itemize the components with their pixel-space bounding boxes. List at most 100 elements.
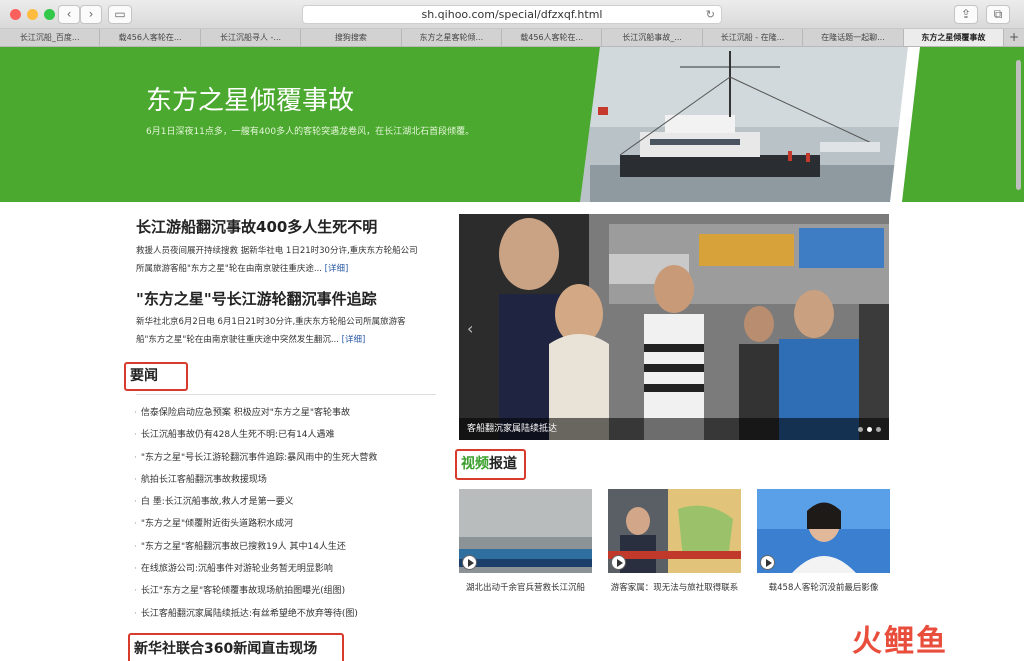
list-item[interactable]: · 长江客船翻沉家属陆续抵达:有丝希望绝不放弃等待(图)	[134, 603, 377, 625]
tab[interactable]: 长江沉船寻人 -...	[201, 29, 302, 46]
video-heading-black: 报道	[489, 456, 517, 472]
summary-text: 船"东方之星"轮在由南京驶往重庆途中突然发生翻沉...	[136, 335, 339, 345]
video-card[interactable]: 湖北出动千余官兵营救长江沉船	[459, 489, 592, 595]
list-item[interactable]: · "东方之星"倾覆附近街头道路积水成河	[134, 513, 377, 535]
list-item[interactable]: · 白 墨:长江沉船事故,救人才是第一要义	[134, 491, 377, 513]
news-link[interactable]: 在线旅游公司:沉船事件对游轮业务暂无明显影响	[141, 564, 333, 574]
list-item[interactable]: · 长江沉船事故仍有428人生死不明:已有14人遇难	[134, 424, 377, 446]
close-icon[interactable]	[10, 9, 21, 20]
watermark-char: 火	[852, 624, 882, 659]
play-icon[interactable]	[760, 555, 775, 570]
list-item[interactable]: · "东方之星"客船翻沉事故已搜救19人 其中14人生还	[134, 536, 377, 558]
bullet: ·	[134, 541, 137, 552]
story-title[interactable]: 长江游船翻沉事故400多人生死不明	[136, 216, 377, 237]
url-bar[interactable]: sh.qihoo.com/special/dfzxqf.html ↻	[302, 5, 722, 24]
news-link[interactable]: 长江客船翻沉家属陆续抵达:有丝希望绝不放弃等待(图)	[141, 609, 358, 619]
divider	[136, 394, 436, 395]
news-link[interactable]: 长江"东方之星"客轮倾覆事故现场航拍图曝光(组图)	[141, 586, 345, 596]
window-controls	[10, 9, 55, 20]
minimize-icon[interactable]	[27, 9, 38, 20]
story-title[interactable]: "东方之星"号长江游轮翻沉事件追踪	[136, 288, 377, 309]
new-tab-button[interactable]: +	[1004, 29, 1024, 46]
tab-active[interactable]: 东方之星倾覆事故	[903, 29, 1005, 46]
news-link[interactable]: 长江沉船事故仍有428人生死不明:已有14人遇难	[141, 430, 335, 440]
tab[interactable]: 长江沉船事故_...	[602, 29, 703, 46]
chevron-left-icon[interactable]: ‹	[467, 319, 473, 338]
play-icon[interactable]	[611, 555, 626, 570]
list-item[interactable]: · "东方之星"号长江游轮翻沉事件追踪:暴风雨中的生死大营救	[134, 447, 377, 469]
bullet: ·	[134, 408, 137, 418]
bullet: ·	[134, 452, 137, 463]
list-item[interactable]: · 在线旅游公司:沉船事件对游轮业务暂无明显影响	[134, 558, 377, 580]
list-item[interactable]: · 长江"东方之星"客轮倾覆事故现场航拍图曝光(组图)	[134, 580, 377, 602]
chevron-left-icon: ‹	[66, 7, 72, 21]
list-item[interactable]: · 航拍长江客船翻沉事故救援现场	[134, 469, 377, 491]
news-link[interactable]: 信泰保险启动应急预案 积极应对"东方之星"客轮事故	[141, 408, 350, 418]
summary-line: 新华社北京6月2日电 6月1日21时30分许,重庆东方轮船公司所属旅游客	[136, 317, 406, 327]
share-button[interactable]: ⇪	[954, 5, 978, 24]
tab[interactable]: 载456人客轮在...	[502, 29, 603, 46]
story-summary: 新华社北京6月2日电 6月1日21时30分许,重庆东方轮船公司所属旅游客 船"东…	[136, 313, 436, 349]
tabs-overview-button[interactable]: ⧉	[986, 5, 1010, 24]
detail-link[interactable]: [详细]	[325, 264, 349, 274]
photo-slideshow[interactable]: ‹ 客船翻沉家属陆续抵达	[459, 214, 889, 440]
banner-stripe	[890, 47, 920, 202]
news-section-heading: 要闻	[124, 362, 188, 391]
slide-dot-active[interactable]	[867, 427, 872, 432]
video-caption[interactable]: 游客家属：现无法与旅社取得联系	[608, 581, 741, 595]
video-thumbnail[interactable]	[459, 489, 592, 573]
news-link[interactable]: "东方之星"客船翻沉事故已搜救19人 其中14人生还	[141, 542, 346, 552]
sidebar-icon: ▭	[114, 7, 126, 21]
news-link[interactable]: "东方之星"号长江游轮翻沉事件追踪:暴风雨中的生死大营救	[141, 453, 377, 463]
video-thumb-image	[459, 489, 592, 573]
play-icon[interactable]	[462, 555, 477, 570]
tab[interactable]: 搜狗搜索	[301, 29, 402, 46]
tab[interactable]: 长江沉船 - 在隆...	[703, 29, 804, 46]
tab[interactable]: 东方之星客轮倾...	[402, 29, 503, 46]
tab[interactable]: 长江沉船_百度...	[0, 29, 101, 46]
news-link[interactable]: 白 墨:长江沉船事故,救人才是第一要义	[141, 497, 294, 507]
slide-dot[interactable]	[876, 427, 881, 432]
news-link[interactable]: 航拍长江客船翻沉事故救援现场	[141, 475, 267, 485]
tabs-icon: ⧉	[993, 7, 1003, 21]
tab[interactable]: 在隆话题一起聊...	[803, 29, 904, 46]
banner-subtitle: 6月1日深夜11点多，一艘有400多人的客轮突遇龙卷风，在长江湖北石首段倾覆。	[146, 127, 475, 137]
slideshow-dots	[858, 427, 881, 432]
summary-line: 船"东方之星"轮在由南京驶往重庆途中突然发生翻沉... [详细]	[136, 331, 436, 349]
ship-photo	[580, 47, 910, 202]
bullet: ·	[134, 497, 137, 508]
detail-link[interactable]: [详细]	[342, 335, 366, 345]
forward-button[interactable]: ›	[80, 5, 102, 24]
video-caption[interactable]: 载458人客轮沉没前最后影像	[757, 581, 890, 595]
video-heading-green: 视频	[461, 456, 489, 472]
bullet: ·	[134, 586, 137, 597]
video-thumbnail[interactable]	[757, 489, 890, 573]
video-caption[interactable]: 湖北出动千余官兵营救长江沉船	[459, 581, 592, 595]
banner-title: 东方之星倾覆事故	[146, 86, 355, 116]
bullet: ·	[134, 519, 137, 530]
back-button[interactable]: ‹	[58, 5, 80, 24]
zoom-icon[interactable]	[44, 9, 55, 20]
live-section-heading: 新华社联合360新闻直击现场	[128, 633, 344, 661]
tab-bar: 长江沉船_百度... 载456人客轮在... 长江沉船寻人 -... 搜狗搜索 …	[0, 29, 1024, 47]
bullet: ·	[134, 430, 137, 441]
topic-banner: 东方之星倾覆事故 6月1日深夜11点多，一艘有400多人的客轮突遇龙卷风，在长江…	[0, 47, 1024, 202]
scrollbar[interactable]	[1016, 60, 1021, 190]
browser-window: ‹ › ▭ sh.qihoo.com/special/dfzxqf.html ↻…	[0, 0, 1024, 661]
browser-toolbar: ‹ › ▭ sh.qihoo.com/special/dfzxqf.html ↻…	[0, 0, 1024, 29]
video-card[interactable]: 游客家属：现无法与旅社取得联系	[608, 489, 741, 595]
video-thumbnail[interactable]	[608, 489, 741, 573]
video-thumb-image	[757, 489, 890, 573]
reload-icon[interactable]: ↻	[706, 6, 715, 23]
video-card[interactable]: 载458人客轮沉没前最后影像	[757, 489, 890, 595]
watermark-char: 鱼	[916, 624, 946, 659]
slide-dot[interactable]	[858, 427, 863, 432]
tab[interactable]: 载456人客轮在...	[100, 29, 201, 46]
list-item[interactable]: · 信泰保险启动应急预案 积极应对"东方之星"客轮事故	[134, 402, 377, 424]
plus-icon: +	[1009, 30, 1020, 44]
video-section-heading: 视频报道	[455, 449, 526, 480]
watermark-char: 鲤	[884, 624, 914, 659]
sidebar-button[interactable]: ▭	[108, 5, 132, 24]
video-thumb-image	[608, 489, 741, 573]
news-link[interactable]: "东方之星"倾覆附近街头道路积水成河	[141, 519, 293, 529]
